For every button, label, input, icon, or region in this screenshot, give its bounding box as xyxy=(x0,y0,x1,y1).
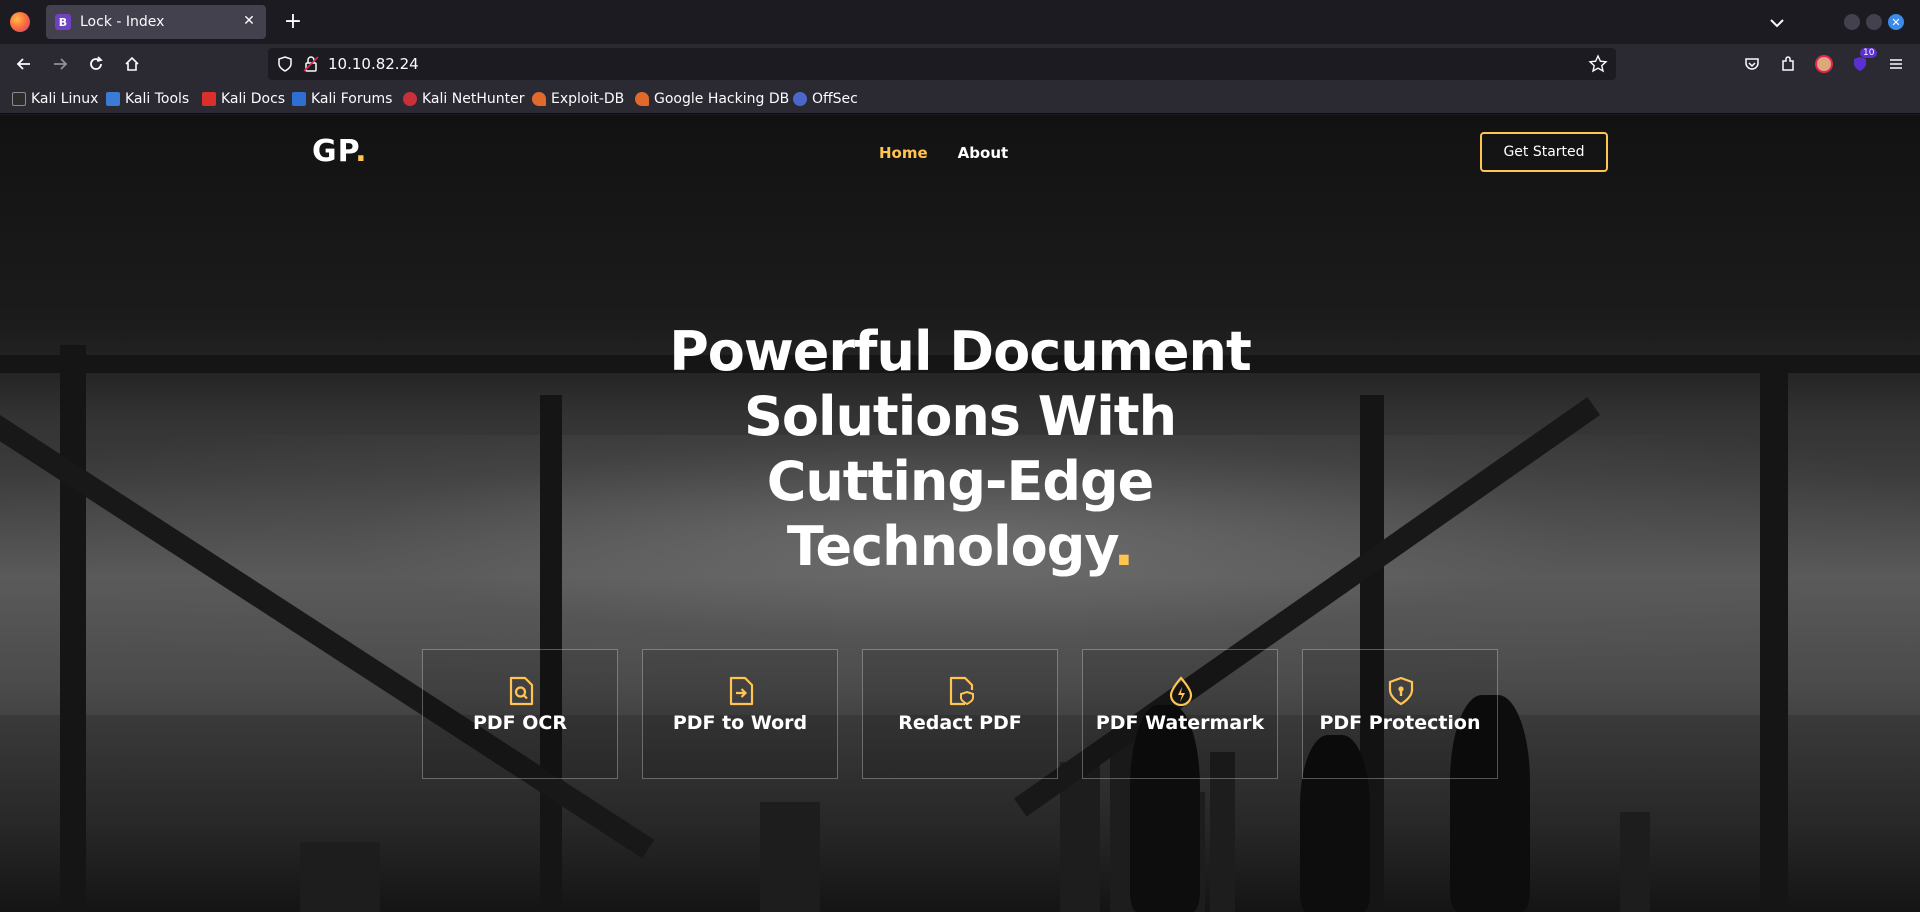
tab-title: Lock - Index xyxy=(80,14,165,30)
bookmark-google-hacking-db[interactable]: Google Hacking DB xyxy=(635,90,789,108)
bookmark-kali-linux[interactable]: Kali Linux xyxy=(12,90,98,108)
ghdb-icon xyxy=(635,92,649,106)
feature-card-pdf-protection[interactable]: PDF Protection xyxy=(1302,649,1498,779)
exploit-db-icon xyxy=(532,92,546,106)
insecure-lock-icon[interactable] xyxy=(302,55,320,73)
window-maximize-button[interactable] xyxy=(1866,14,1882,30)
feature-card-redact-pdf[interactable]: Redact PDF xyxy=(862,649,1058,779)
window-minimize-button[interactable] xyxy=(1844,14,1860,30)
file-search-icon xyxy=(509,676,534,706)
kali-docs-icon xyxy=(202,92,216,106)
offsec-icon xyxy=(793,92,807,106)
profile-avatar-icon[interactable] xyxy=(1812,52,1836,76)
bookmark-star-icon[interactable] xyxy=(1588,54,1608,74)
extension-shield-icon[interactable]: 10 xyxy=(1848,48,1878,76)
bookmark-kali-tools[interactable]: Kali Tools xyxy=(106,90,189,108)
nav-home-link[interactable]: Home xyxy=(879,144,928,162)
web-page: GP. Home About Get Started Powerful Docu… xyxy=(0,115,1920,912)
site-logo[interactable]: GP. xyxy=(312,134,368,169)
bookmarks-toolbar: Kali Linux Kali Tools Kali Docs Kali For… xyxy=(0,84,1920,114)
tracking-shield-icon[interactable] xyxy=(276,55,294,73)
site-nav-menu: Home About xyxy=(879,144,1008,162)
bookmark-offsec[interactable]: OffSec xyxy=(793,90,858,108)
kali-dragon-icon xyxy=(12,92,26,106)
feature-card-pdf-ocr[interactable]: PDF OCR xyxy=(422,649,618,779)
window-pillar xyxy=(60,345,86,912)
back-arrow-icon[interactable] xyxy=(12,52,36,76)
feature-card-pdf-to-word[interactable]: PDF to Word xyxy=(642,649,838,779)
extensions-puzzle-icon[interactable] xyxy=(1776,52,1800,76)
bookmark-kali-forums[interactable]: Kali Forums xyxy=(292,90,392,108)
nav-about-link[interactable]: About xyxy=(958,144,1009,162)
browser-navigation-bar: 10.10.82.24 10 xyxy=(0,44,1920,84)
forward-arrow-icon[interactable] xyxy=(48,52,72,76)
extension-badge: 10 xyxy=(1860,48,1878,58)
kali-tools-icon xyxy=(106,92,120,106)
droplet-bolt-icon xyxy=(1169,676,1193,706)
app-menu-icon[interactable] xyxy=(1884,52,1908,76)
tab-favicon-icon: B xyxy=(55,14,71,30)
get-started-button[interactable]: Get Started xyxy=(1480,132,1608,172)
new-tab-button[interactable]: + xyxy=(280,9,306,35)
browser-tab-active[interactable]: B Lock - Index ✕ xyxy=(46,5,266,39)
hero-heading: Powerful Document Solutions With Cutting… xyxy=(669,320,1252,578)
url-text[interactable]: 10.10.82.24 xyxy=(328,55,419,73)
firefox-logo-icon[interactable] xyxy=(10,12,30,32)
bookmark-kali-docs[interactable]: Kali Docs xyxy=(202,90,285,108)
window-pillar xyxy=(1760,365,1788,912)
kali-forums-icon xyxy=(292,92,306,106)
shield-lock-icon xyxy=(1388,676,1414,706)
reload-icon[interactable] xyxy=(84,52,108,76)
tab-close-icon[interactable]: ✕ xyxy=(240,12,258,30)
window-close-button[interactable]: ✕ xyxy=(1888,14,1904,30)
browser-tab-bar: B Lock - Index ✕ + ✕ xyxy=(0,0,1920,44)
kali-nethunter-icon xyxy=(403,92,417,106)
bookmark-exploit-db[interactable]: Exploit-DB xyxy=(532,90,624,108)
home-icon[interactable] xyxy=(120,52,144,76)
feature-card-pdf-watermark[interactable]: PDF Watermark xyxy=(1082,649,1278,779)
pocket-icon[interactable] xyxy=(1740,52,1764,76)
address-bar[interactable]: 10.10.82.24 xyxy=(268,48,1616,80)
file-arrow-icon xyxy=(729,676,754,706)
list-all-tabs-chevron-icon[interactable] xyxy=(1766,12,1788,34)
file-shield-icon xyxy=(949,676,974,706)
bookmark-kali-nethunter[interactable]: Kali NetHunter xyxy=(403,90,524,108)
